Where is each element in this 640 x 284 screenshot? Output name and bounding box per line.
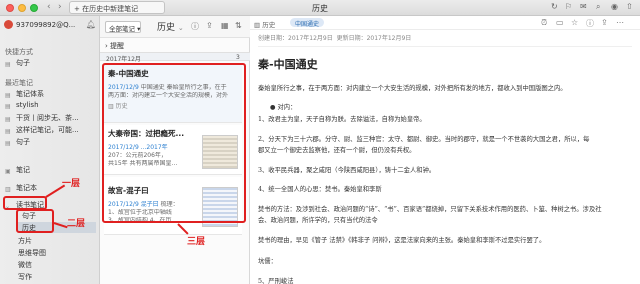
note-icon: ▤ (5, 128, 11, 135)
sidebar: 937099892@Q... 🔔︎ 快捷方式 ▤ 句子 最近笔记 ▤ 笔记体系 ▤ s… (0, 16, 100, 284)
notebook-icon: ▥ (5, 186, 11, 193)
avatar (4, 20, 13, 29)
close-window-button[interactable] (6, 4, 14, 12)
account-switcher[interactable]: 937099892@Q... 🔔︎ (4, 19, 96, 33)
work-chat-icon[interactable]: ✉ (580, 2, 587, 11)
note-paragraph[interactable]: 会、政治问题，所许学的，只有当代的法令 (258, 215, 636, 224)
date-group-count: 3 (236, 54, 240, 61)
forward-arrow-icon[interactable]: › (58, 2, 62, 12)
note-icon: ▤ (5, 61, 11, 68)
chevron-down-icon[interactable]: ⌄ (178, 24, 184, 32)
reminder-section[interactable]: › 提醒 (105, 41, 124, 51)
date-group-header: 2017年12月 3 (100, 52, 250, 63)
annotation-label-level3: 三层 (187, 237, 206, 247)
plus-icon: + (74, 5, 83, 13)
recent-note-item[interactable]: ▤ 干货丨阅步无、茶... (5, 113, 97, 124)
shortcuts-header: 快捷方式 (5, 48, 33, 56)
sync-icon[interactable]: ↻ (551, 2, 558, 11)
activity-icon[interactable]: ⚐ (565, 2, 572, 11)
share-icon[interactable]: ⇧ (626, 2, 633, 11)
note-list-toolbar: 全部笔记 ▾ 历史 ⌄ ⓘ ⇪ ▦ ⇅ (100, 16, 250, 38)
notebook-item-mindmap[interactable]: 思维导图 (18, 248, 46, 258)
info-icon[interactable]: ⓘ (191, 21, 199, 32)
note-icon: ▤ (5, 92, 11, 99)
share-icon[interactable]: ⇪ (206, 21, 213, 30)
note-icon: ▤ (5, 103, 11, 110)
view-options-icon[interactable]: ▦ (221, 21, 229, 30)
note-paragraph[interactable]: 焚书的理由，早见《管子 法禁》《韩非子 问辩》，这是法家向来的主张。秦始皇和李斯… (258, 235, 636, 244)
reminder-icon[interactable]: ⏰︎ (541, 18, 547, 28)
notebook-icon: ▥ (254, 21, 261, 29)
annotation-box-level2 (16, 209, 54, 233)
note-editor: ▥ 历史 中国通史 ⏰︎ ▭ ☆ ⓘ ⇪ ⋯ 创建日期：2017年12月9日 更… (250, 16, 640, 284)
updated-date: 更新日期：2017年12月9日 (336, 35, 412, 42)
created-date: 创建日期：2017年12月9日 (258, 35, 333, 42)
notebook-item-wechat[interactable]: 微信 (18, 260, 32, 270)
note-paragraph[interactable]: 1、改君主为皇，天子自称为朕。去除谥法，自称为始皇帝。 (258, 114, 636, 123)
note-paragraph[interactable]: 5、严刑峻法 (258, 276, 636, 284)
note-icon: ▤ (5, 116, 11, 123)
all-notes-button[interactable]: 全部笔记 ▾ (105, 21, 141, 33)
recent-note-item[interactable]: ▤ 句子 (5, 137, 97, 148)
note-paragraph[interactable]: 坑儒： (258, 256, 636, 265)
note-title[interactable]: 秦-中国通史 (258, 56, 318, 72)
note-paragraph[interactable]: 4、统一全国人的心思：焚书。秦始皇和李斯 (258, 184, 636, 193)
note-icon: ▤ (5, 140, 11, 147)
new-note-label: 在历史中新建笔记 (82, 5, 139, 13)
note-paragraph[interactable]: 焚书的方法：及涉到社会、政治问题的“诗”、“书”、百家语”都烧掉，只留下关系技术… (258, 204, 636, 213)
zoom-window-button[interactable] (30, 4, 38, 12)
sort-icon[interactable]: ⇅ (235, 21, 242, 30)
star-icon[interactable]: ☆ (571, 18, 578, 27)
minimize-window-button[interactable] (18, 4, 26, 12)
recent-note-item[interactable]: ▤ 这样记笔记，可能... (5, 125, 97, 136)
shortcut-item-sentences[interactable]: ▤ 句子 (5, 58, 97, 69)
window-titlebar: ‹ › + 在历史中新建笔记 历史 ↻ ⚐ ✉ ⌕ ◉ ⇧ (0, 0, 640, 16)
recent-note-item[interactable]: ▤ stylish (5, 101, 97, 112)
notebook-selector[interactable]: ▥ 历史 (254, 19, 275, 29)
share-icon[interactable]: ⇪ (601, 18, 608, 27)
info-icon[interactable]: ⓘ (586, 18, 594, 29)
annotation-box-level1 (3, 196, 47, 210)
recent-notes-header: 最近笔记 (5, 79, 33, 87)
annotation-box-level3 (102, 63, 246, 223)
annotation-label-level1: 一层 (62, 179, 81, 189)
presentation-icon[interactable]: ▭ (556, 18, 564, 27)
account-name: 937099892@Q... (16, 21, 76, 29)
editor-toolbar: ▥ 历史 中国通史 ⏰︎ ▭ ☆ ⓘ ⇪ ⋯ (250, 16, 640, 30)
notebook-item-writing[interactable]: 写作 (18, 272, 32, 282)
more-icon[interactable]: ⋯ (616, 18, 624, 27)
new-note-in-history-field[interactable]: + 在历史中新建笔记 (69, 1, 165, 14)
back-arrow-icon[interactable]: ‹ (47, 2, 51, 12)
note-paragraph[interactable]: 3、收平民兵器，聚之咸阳（今陕西咸阳县），铸十二金人和钟。 (258, 165, 636, 174)
note-paragraph[interactable]: 2、分天下为三十六郡。分守、尉、监三种官：太守、都尉、御史。当时的郡守，就是一个… (258, 134, 636, 143)
chevron-right-icon: › (105, 42, 108, 50)
annotation-label-level2: 二层 (67, 219, 86, 229)
note-paragraph[interactable]: ● 对内： (270, 102, 640, 111)
note-paragraph[interactable]: 秦始皇所行之事，在于两方面：对内建立一个大安生活的规模，对外把所有发的地方，都收… (258, 83, 636, 92)
note-paragraph[interactable]: 郡又立一个御史去监察他，还有一个尉，但仍没有兵权。 (258, 145, 636, 154)
notes-icon: ▣ (5, 168, 11, 175)
search-icon[interactable]: ⌕ (596, 2, 600, 12)
bell-icon[interactable]: 🔔︎ (86, 20, 96, 29)
recent-note-item[interactable]: ▤ 笔记体系 (5, 89, 97, 100)
sidebar-item-notes[interactable]: ▣ 笔记 (5, 165, 97, 176)
note-list-title: 历史 ⌄ (157, 23, 184, 33)
notebook-item-cards[interactable]: 方片 (18, 236, 32, 246)
note-dates: 创建日期：2017年12月9日 更新日期：2017年12月9日 (258, 33, 411, 42)
note-tag[interactable]: 中国通史 (290, 18, 325, 28)
user-icon[interactable]: ◉ (611, 2, 618, 11)
divider (258, 46, 632, 47)
